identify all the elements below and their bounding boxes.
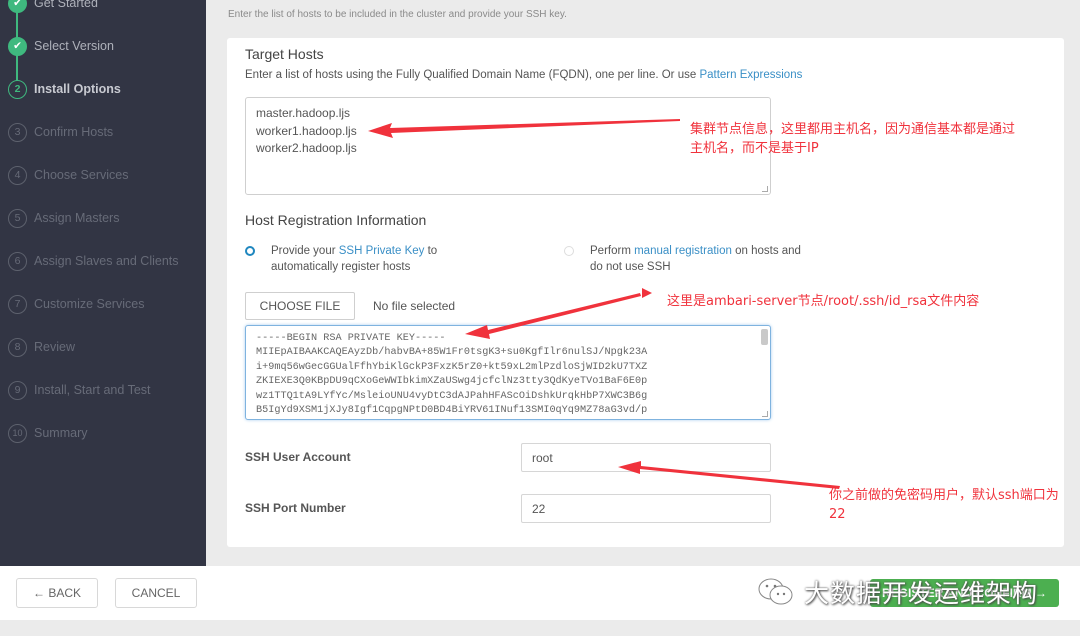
- ssh-private-key-textarea[interactable]: -----BEGIN RSA PRIVATE KEY----- MIIEpAIB…: [245, 325, 771, 420]
- resize-handle-icon[interactable]: [762, 186, 768, 192]
- step-label: Install Options: [34, 82, 121, 96]
- wizard-sidebar: ✔ Get Started ✔ Select Version 2 Install…: [0, 0, 206, 566]
- file-status: No file selected: [373, 299, 456, 313]
- step-select-version[interactable]: ✔ Select Version: [8, 36, 114, 56]
- annotation-key-note: 这里是ambari-server节点/root/.ssh/id_rsa文件内容: [667, 294, 980, 309]
- step-number-icon: 8: [8, 337, 27, 357]
- manual-registration-link[interactable]: manual registration: [634, 245, 732, 257]
- step-customize-services: 7 Customize Services: [8, 294, 144, 314]
- step-number-icon: 7: [8, 294, 27, 314]
- radio-ssh-key[interactable]: Provide your SSH Private Key to automati…: [245, 244, 437, 275]
- step-label: Select Version: [34, 39, 114, 53]
- hosts-list-value: master.hadoop.ljs worker1.hadoop.ljs wor…: [256, 106, 357, 155]
- step-summary: 10 Summary: [8, 423, 87, 443]
- cancel-button[interactable]: CANCEL: [115, 578, 197, 608]
- label-text: on hosts and: [731, 245, 801, 257]
- pattern-expressions-link[interactable]: Pattern Expressions: [699, 69, 802, 81]
- target-hosts-title: Target Hosts: [245, 46, 324, 62]
- step-number-icon: 6: [8, 251, 27, 271]
- ssh-user-input[interactable]: root: [521, 443, 771, 472]
- scrollbar-thumb[interactable]: [761, 329, 768, 345]
- label-text: Provide your: [271, 245, 339, 257]
- label-text: to: [424, 245, 438, 257]
- step-install-start-test: 9 Install, Start and Test: [8, 380, 151, 400]
- resize-handle-icon[interactable]: [762, 411, 768, 417]
- host-registration-title: Host Registration Information: [245, 212, 427, 228]
- watermark: 大数据开发运维架构: [756, 574, 1038, 610]
- step-label: Assign Slaves and Clients: [34, 254, 179, 268]
- step-choose-services: 4 Choose Services: [8, 165, 129, 185]
- back-button[interactable]: ← BACK: [16, 578, 98, 608]
- step-confirm-hosts: 3 Confirm Hosts: [8, 122, 113, 142]
- label-text: do not use SSH: [590, 260, 671, 273]
- private-key-value: -----BEGIN RSA PRIVATE KEY----- MIIEpAIB…: [256, 333, 648, 417]
- bottom-strip: [0, 620, 1080, 636]
- step-number-icon: 3: [8, 122, 27, 142]
- step-label: Get Started: [34, 0, 98, 10]
- ssh-port-label: SSH Port Number: [245, 501, 346, 515]
- ssh-user-label: SSH User Account: [245, 450, 351, 464]
- step-label: Summary: [34, 426, 88, 440]
- ssh-port-input[interactable]: 22: [521, 494, 771, 523]
- step-number-icon: 9: [8, 380, 27, 400]
- step-number-icon: 2: [8, 79, 27, 99]
- check-icon: ✔: [8, 0, 27, 13]
- description-text: Enter a list of hosts using the Fully Qu…: [245, 69, 700, 81]
- step-get-started[interactable]: ✔ Get Started: [8, 0, 98, 13]
- label-text: automatically register hosts: [271, 260, 411, 273]
- page-intro: Enter the list of hosts to be included i…: [228, 9, 567, 20]
- step-review: 8 Review: [8, 337, 75, 357]
- step-number-icon: 10: [8, 423, 27, 443]
- step-label: Install, Start and Test: [34, 383, 151, 397]
- target-hosts-description: Enter a list of hosts using the Fully Qu…: [245, 69, 802, 81]
- wechat-icon: [758, 578, 793, 605]
- step-label: Customize Services: [34, 297, 145, 311]
- radio-unselected-icon[interactable]: [564, 246, 574, 256]
- main-content: Enter the list of hosts to be included i…: [206, 0, 1080, 566]
- step-number-icon: 5: [8, 208, 27, 228]
- ssh-private-key-link[interactable]: SSH Private Key: [339, 245, 425, 257]
- step-assign-slaves: 6 Assign Slaves and Clients: [8, 251, 179, 271]
- step-label: Assign Masters: [34, 211, 120, 225]
- choose-file-button[interactable]: CHOOSE FILE: [245, 292, 355, 320]
- check-icon: ✔: [8, 36, 27, 56]
- radio-manual-registration[interactable]: Perform manual registration on hosts and…: [564, 244, 801, 275]
- watermark-text: 大数据开发运维架构: [804, 579, 1039, 608]
- radio-selected-icon[interactable]: [245, 246, 255, 256]
- radio-label: Perform manual registration on hosts and…: [590, 244, 801, 275]
- step-assign-masters: 5 Assign Masters: [8, 208, 119, 228]
- label-text: Perform: [590, 245, 635, 257]
- step-install-options[interactable]: 2 Install Options: [8, 79, 121, 99]
- radio-label: Provide your SSH Private Key to automati…: [271, 244, 437, 275]
- step-label: Choose Services: [34, 168, 129, 182]
- step-number-icon: 4: [8, 165, 27, 185]
- step-label: Review: [34, 340, 75, 354]
- annotation-hosts-note: 集群节点信息，这里都用主机名，因为通信基本都是通过 主机名，而不是基于IP: [690, 122, 1016, 156]
- annotation-user-note: 你之前做的免密码用户，默认ssh端口为 22: [829, 488, 1059, 522]
- step-label: Confirm Hosts: [34, 125, 114, 139]
